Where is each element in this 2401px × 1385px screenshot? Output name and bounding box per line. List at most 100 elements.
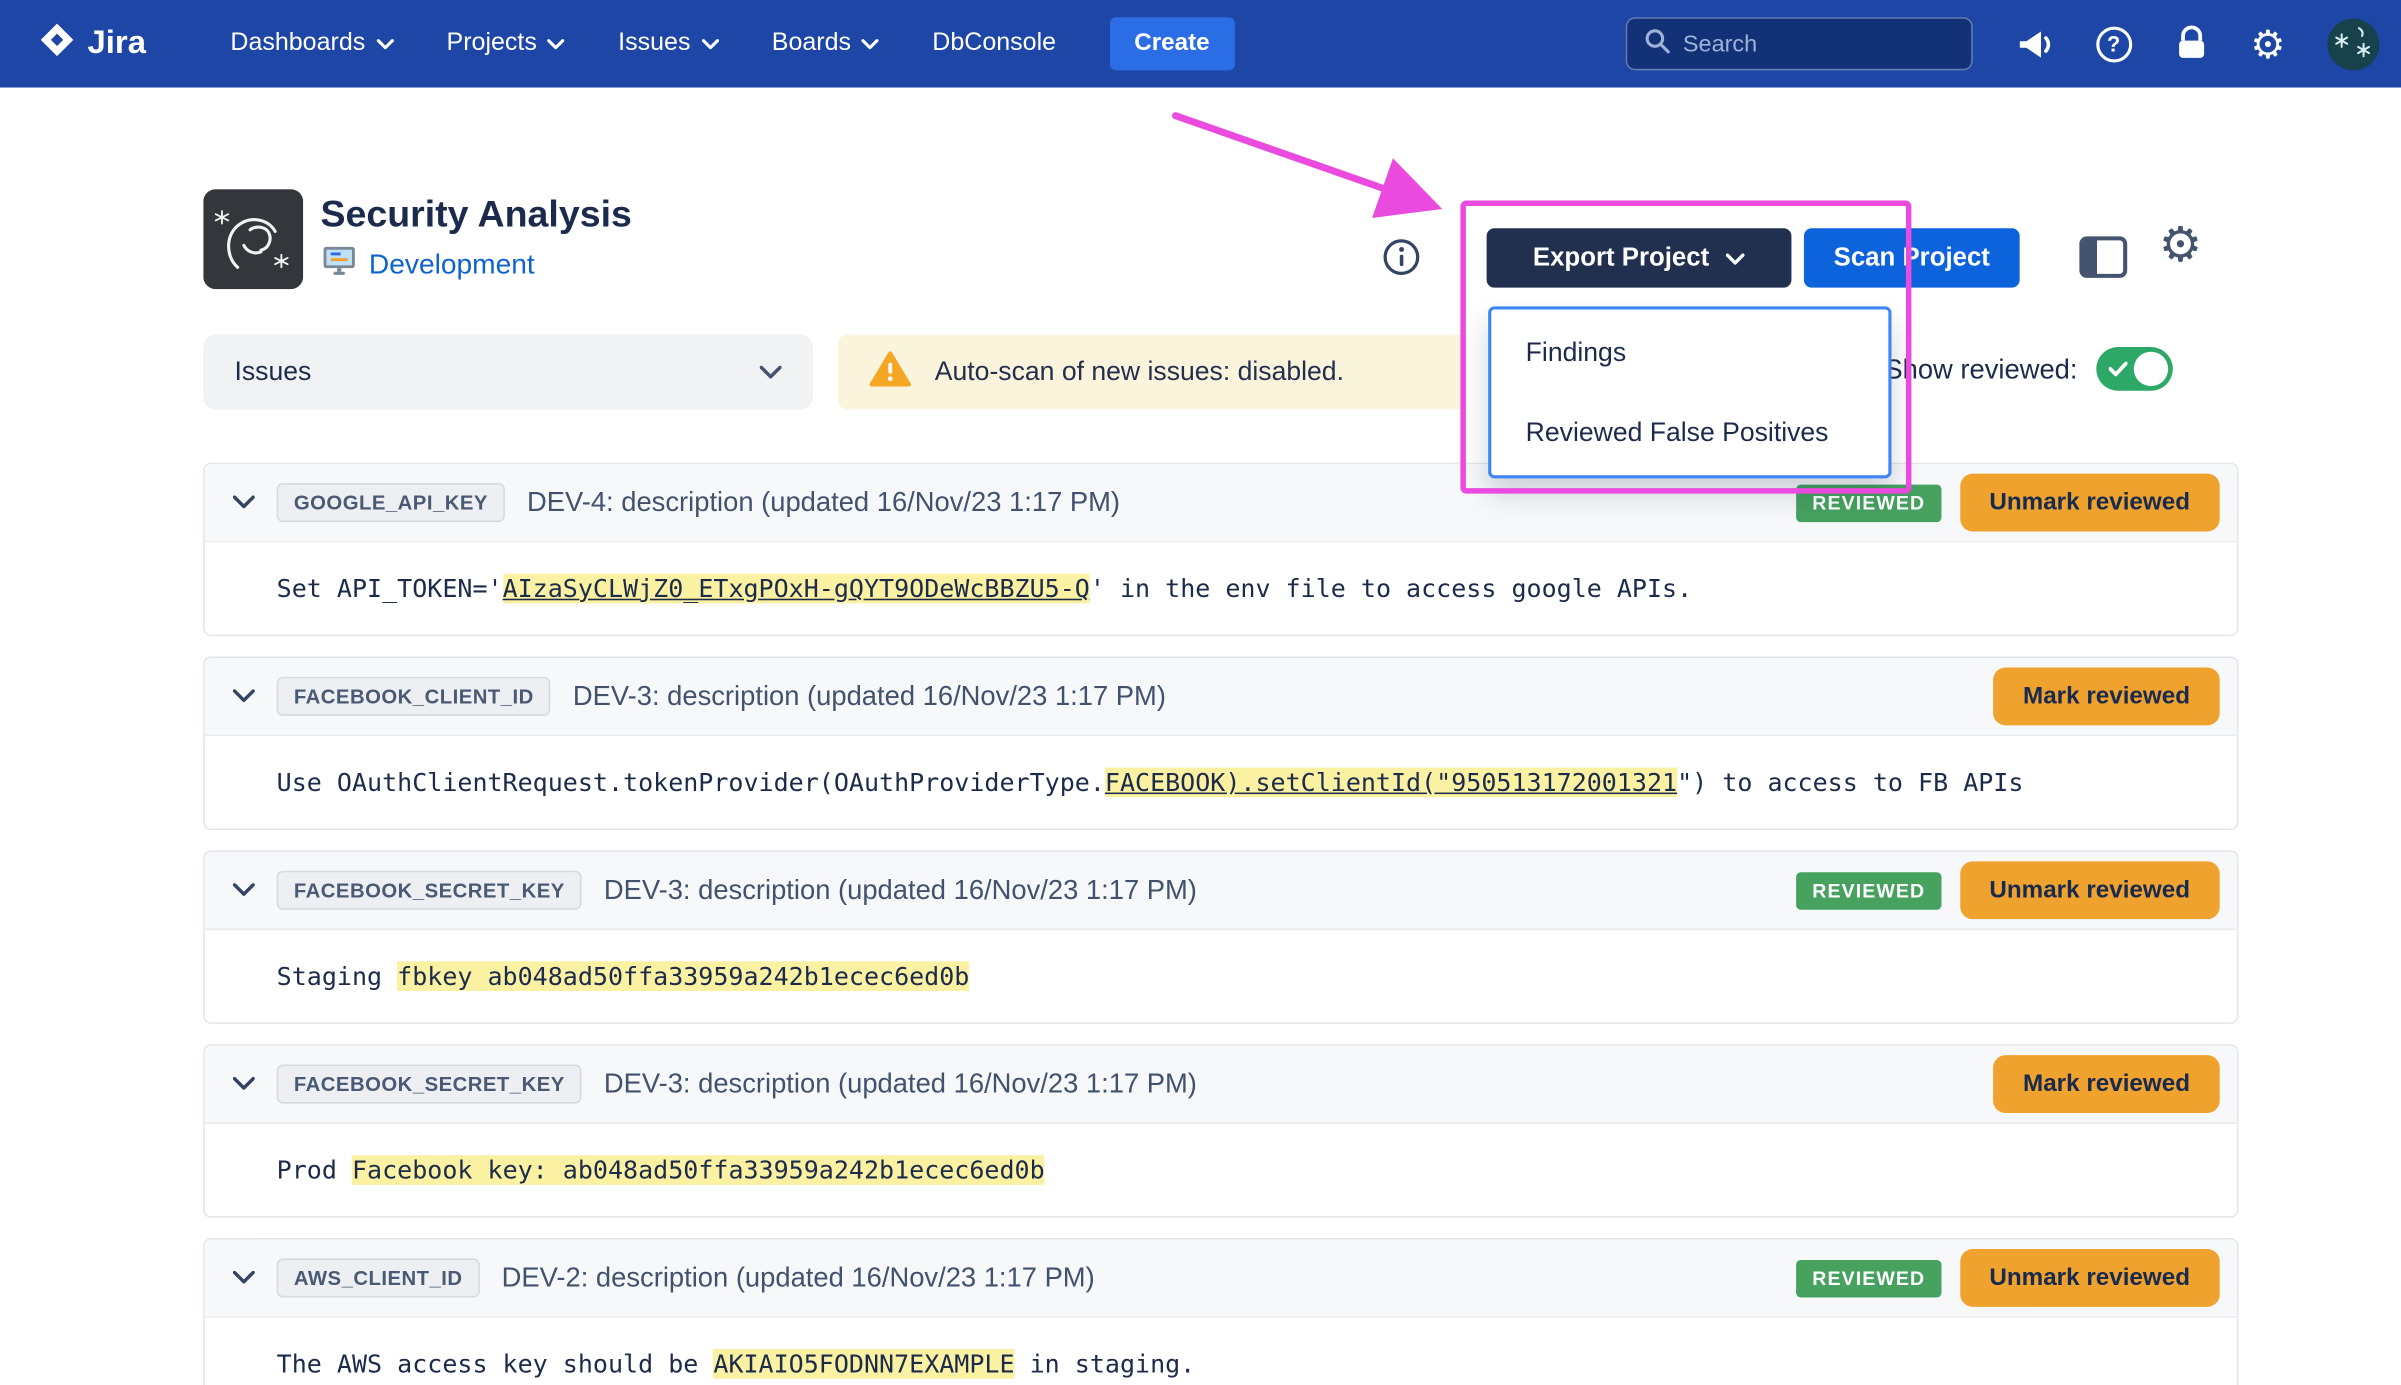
issue-actions: Mark reviewed bbox=[1993, 1055, 2219, 1113]
page-title: Security Analysis bbox=[320, 194, 631, 238]
secret-highlight: fbkey ab048ad50ffa33959a242b1ecec6ed0b bbox=[397, 961, 969, 991]
issue-title: DEV-3: description (updated 16/Nov/23 1:… bbox=[604, 874, 1197, 907]
issue-filter-select[interactable]: Issues bbox=[203, 335, 813, 410]
chevron-down-icon bbox=[862, 30, 879, 58]
settings-gear-icon[interactable]: ⚙ bbox=[2250, 24, 2285, 63]
nav-issues[interactable]: Issues bbox=[618, 30, 718, 58]
nav-menu: Dashboards Projects Issues Boards DbCons… bbox=[230, 17, 1234, 70]
nav-dbconsole-label: DbConsole bbox=[932, 30, 1056, 58]
jira-logo[interactable]: Jira bbox=[38, 20, 146, 68]
review-action-button[interactable]: Unmark reviewed bbox=[1960, 474, 2220, 532]
nav-boards-label: Boards bbox=[772, 30, 851, 58]
nav-issues-label: Issues bbox=[618, 30, 690, 58]
warning-text: Auto-scan of new issues: disabled. bbox=[935, 356, 1344, 387]
announcement-icon[interactable] bbox=[2014, 24, 2053, 63]
development-project-icon bbox=[322, 245, 356, 284]
side-panel-toggle-icon[interactable] bbox=[2079, 236, 2127, 286]
export-project-button[interactable]: Export Project bbox=[1487, 228, 1792, 287]
development-link[interactable]: Development bbox=[369, 249, 535, 282]
review-action-button[interactable]: Mark reviewed bbox=[1993, 1055, 2219, 1113]
search-input[interactable] bbox=[1683, 30, 1955, 57]
nav-search[interactable] bbox=[1625, 17, 1972, 70]
issue-body: Staging fbkey ab048ad50ffa33959a242b1ece… bbox=[205, 930, 2237, 1022]
issue-type-badge: FACEBOOK_CLIENT_ID bbox=[277, 677, 551, 716]
issue-list: GOOGLE_API_KEY DEV-4: description (updat… bbox=[203, 463, 2238, 1385]
export-project-label: Export Project bbox=[1533, 243, 1709, 273]
lock-icon[interactable] bbox=[2174, 25, 2208, 63]
secret-highlight: Facebook key: ab048ad50ffa33959a242b1ece… bbox=[352, 1155, 1045, 1185]
secret-highlight: AKIAIO5FODNN7EXAMPLE bbox=[713, 1349, 1014, 1379]
issue-card: GOOGLE_API_KEY DEV-4: description (updat… bbox=[203, 463, 2238, 637]
nav-right-section: ? ⚙ bbox=[1625, 17, 2379, 70]
nav-dashboards-label: Dashboards bbox=[230, 30, 365, 58]
jira-security-analysis-page: Jira Dashboards Projects Issues Boards D… bbox=[0, 0, 2401, 1385]
user-avatar[interactable] bbox=[2328, 18, 2380, 70]
chevron-down-icon bbox=[1726, 243, 1745, 273]
nav-projects[interactable]: Projects bbox=[447, 30, 565, 58]
help-icon[interactable]: ? bbox=[2096, 26, 2132, 62]
code-text: ' in the env file to access google APIs. bbox=[1090, 574, 1692, 604]
expand-chevron-icon[interactable] bbox=[233, 883, 255, 897]
issue-title: DEV-3: description (updated 16/Nov/23 1:… bbox=[573, 680, 1166, 713]
expand-chevron-icon[interactable] bbox=[233, 1077, 255, 1091]
nav-dashboards[interactable]: Dashboards bbox=[230, 30, 393, 58]
code-text: Prod bbox=[277, 1155, 352, 1185]
code-text: in staging. bbox=[1015, 1349, 1196, 1379]
issue-title: DEV-4: description (updated 16/Nov/23 1:… bbox=[527, 486, 1120, 519]
reviewed-badge: REVIEWED bbox=[1797, 484, 1941, 522]
reviewed-badge: REVIEWED bbox=[1797, 1259, 1941, 1297]
issue-header: FACEBOOK_CLIENT_ID DEV-3: description (u… bbox=[205, 658, 2237, 736]
code-text: Use OAuthClientRequest.tokenProvider(OAu… bbox=[277, 768, 1105, 798]
issue-header: AWS_CLIENT_ID DEV-2: description (update… bbox=[205, 1240, 2237, 1318]
issue-title: DEV-2: description (updated 16/Nov/23 1:… bbox=[502, 1262, 1095, 1295]
jira-logo-icon bbox=[38, 20, 77, 68]
menu-item-reviewed-false-positives[interactable]: Reviewed False Positives bbox=[1491, 392, 1888, 472]
scan-project-button[interactable]: Scan Project bbox=[1804, 228, 2020, 287]
issue-type-badge: AWS_CLIENT_ID bbox=[277, 1258, 480, 1297]
review-action-button[interactable]: Unmark reviewed bbox=[1960, 1249, 2220, 1307]
issue-actions: REVIEWED Unmark reviewed bbox=[1797, 474, 2220, 532]
expand-chevron-icon[interactable] bbox=[233, 689, 255, 703]
issue-type-badge: GOOGLE_API_KEY bbox=[277, 483, 505, 522]
nav-dbconsole[interactable]: DbConsole bbox=[932, 30, 1056, 58]
issue-filter-value: Issues bbox=[234, 356, 311, 387]
page-settings-gear-icon[interactable]: ⚙ bbox=[2159, 222, 2202, 270]
expand-chevron-icon[interactable] bbox=[233, 1271, 255, 1285]
issue-header: FACEBOOK_SECRET_KEY DEV-3: description (… bbox=[205, 852, 2237, 930]
issue-actions: REVIEWED Unmark reviewed bbox=[1797, 1249, 2220, 1307]
review-action-button[interactable]: Unmark reviewed bbox=[1960, 861, 2220, 919]
issue-body: Use OAuthClientRequest.tokenProvider(OAu… bbox=[205, 736, 2237, 828]
nav-projects-label: Projects bbox=[447, 30, 537, 58]
top-navbar: Jira Dashboards Projects Issues Boards D… bbox=[0, 0, 2401, 88]
expand-chevron-icon[interactable] bbox=[233, 496, 255, 510]
chevron-down-icon bbox=[376, 30, 393, 58]
code-text: ") to access to FB APIs bbox=[1677, 768, 2023, 798]
issue-header: FACEBOOK_SECRET_KEY DEV-3: description (… bbox=[205, 1046, 2237, 1124]
project-avatar[interactable] bbox=[203, 189, 303, 289]
issue-card: FACEBOOK_CLIENT_ID DEV-3: description (u… bbox=[203, 657, 2238, 831]
show-reviewed-control: Show reviewed: bbox=[1884, 347, 2172, 391]
review-action-button[interactable]: Mark reviewed bbox=[1993, 667, 2219, 725]
reviewed-badge: REVIEWED bbox=[1797, 871, 1941, 909]
issue-card: FACEBOOK_SECRET_KEY DEV-3: description (… bbox=[203, 850, 2238, 1024]
issue-type-badge: FACEBOOK_SECRET_KEY bbox=[277, 1065, 582, 1104]
menu-item-findings[interactable]: Findings bbox=[1491, 313, 1888, 393]
issue-body: The AWS access key should be AKIAIO5FODN… bbox=[205, 1318, 2237, 1385]
chevron-down-icon bbox=[548, 30, 565, 58]
issue-body: Prod Facebook key: ab048ad50ffa33959a242… bbox=[205, 1124, 2237, 1216]
secret-highlight: FACEBOOK).setClientId("950513172001321 bbox=[1105, 768, 1677, 798]
chevron-down-icon bbox=[760, 356, 782, 387]
issue-header: GOOGLE_API_KEY DEV-4: description (updat… bbox=[205, 464, 2237, 542]
code-text: Set API_TOKEN=' bbox=[277, 574, 503, 604]
chevron-down-icon bbox=[701, 30, 718, 58]
issue-card: AWS_CLIENT_ID DEV-2: description (update… bbox=[203, 1238, 2238, 1385]
secret-highlight: AIzaSyCLWjZ0_ETxgPOxH-gQYT9ODeWcBBZU5-Q bbox=[503, 574, 1090, 604]
export-dropdown-menu: Findings Reviewed False Positives bbox=[1488, 306, 1891, 478]
check-icon bbox=[2109, 361, 2128, 377]
show-reviewed-toggle[interactable] bbox=[2096, 347, 2173, 391]
info-icon[interactable] bbox=[1382, 238, 1421, 285]
nav-boards[interactable]: Boards bbox=[772, 30, 879, 58]
issue-card: FACEBOOK_SECRET_KEY DEV-3: description (… bbox=[203, 1044, 2238, 1218]
create-button[interactable]: Create bbox=[1109, 17, 1234, 70]
autoscan-warning-banner: Auto-scan of new issues: disabled. bbox=[838, 335, 1466, 410]
